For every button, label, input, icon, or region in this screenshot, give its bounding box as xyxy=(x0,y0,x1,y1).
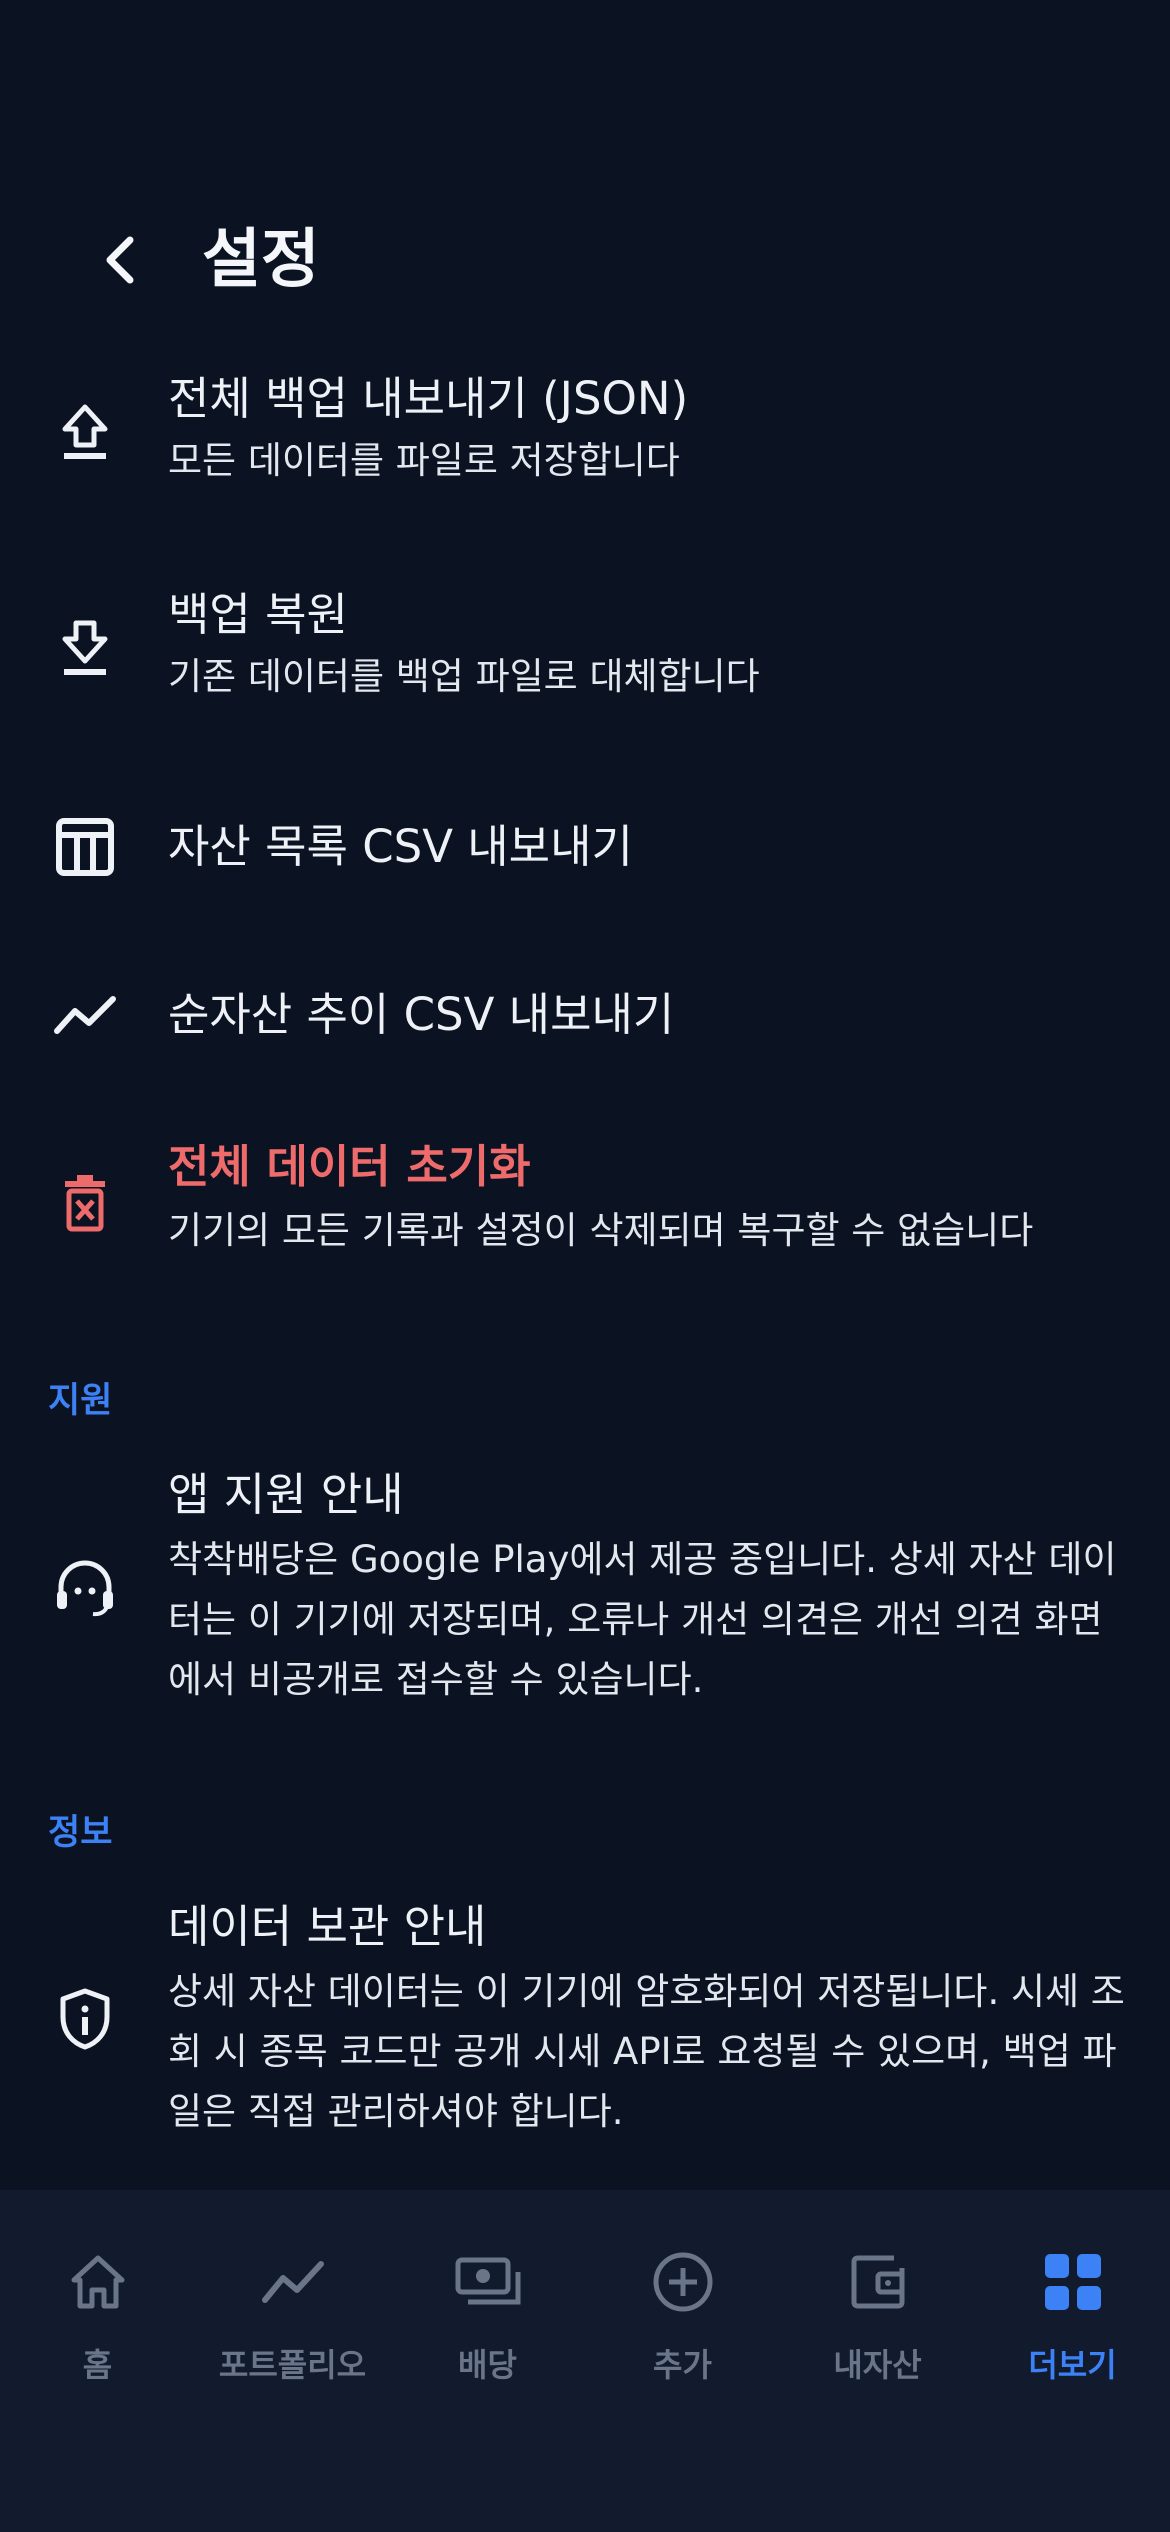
item-title: 순자산 추이 CSV 내보내기 xyxy=(168,988,675,1041)
trash-icon xyxy=(50,1168,120,1238)
grid-icon xyxy=(1037,2246,1109,2318)
item-title: 전체 데이터 초기화 xyxy=(168,1140,531,1193)
nav-label: 포트폴리오 xyxy=(218,2346,367,2384)
bottom-nav: 홈 포트폴리오 배당 추가 내자산 더보기 xyxy=(0,2190,1170,2532)
upload-icon xyxy=(50,398,120,468)
home-icon xyxy=(62,2246,134,2318)
nav-more[interactable]: 더보기 xyxy=(975,2190,1170,2410)
reset-data-item[interactable]: 전체 데이터 초기화 기기의 모든 기록과 설정이 삭제되며 복구할 수 없습니… xyxy=(0,1136,1170,1266)
wallet-icon xyxy=(842,2246,914,2318)
item-subtitle: 기존 데이터를 백업 파일로 대체합니다 xyxy=(168,655,760,698)
export-asset-csv-item[interactable]: 자산 목록 CSV 내보내기 xyxy=(0,800,1170,900)
headset-icon xyxy=(50,1552,120,1622)
export-networth-csv-item[interactable]: 순자산 추이 CSV 내보내기 xyxy=(0,968,1170,1068)
shield-info-icon xyxy=(50,1984,120,2054)
plus-circle-icon xyxy=(647,2246,719,2318)
cash-icon xyxy=(452,2246,524,2318)
data-storage-item[interactable]: 데이터 보관 안내 상세 자산 데이터는 이 기기에 암호화되어 저장됩니다. … xyxy=(0,1898,1170,2148)
nav-home[interactable]: 홈 xyxy=(0,2190,195,2410)
export-backup-item[interactable]: 전체 백업 내보내기 (JSON) 모든 데이터를 파일로 저장합니다 xyxy=(0,366,1170,496)
nav-label: 홈 xyxy=(82,2346,113,2384)
nav-my-assets[interactable]: 내자산 xyxy=(780,2190,975,2410)
trend-icon xyxy=(50,980,120,1050)
nav-label: 더보기 xyxy=(1028,2346,1117,2384)
item-title: 데이터 보관 안내 xyxy=(168,1900,487,1953)
item-title: 백업 복원 xyxy=(168,588,348,641)
chevron-left-icon xyxy=(106,236,134,284)
table-icon xyxy=(50,812,120,882)
back-button[interactable] xyxy=(90,230,150,290)
nav-dividend[interactable]: 배당 xyxy=(390,2190,585,2410)
item-title: 전체 백업 내보내기 (JSON) xyxy=(168,372,689,425)
nav-portfolio[interactable]: 포트폴리오 xyxy=(195,2190,390,2410)
nav-label: 배당 xyxy=(458,2346,517,2384)
app-support-item[interactable]: 앱 지원 안내 착착배당은 Google Play에서 제공 중입니다. 상세 … xyxy=(0,1466,1170,1716)
trend-icon xyxy=(257,2246,329,2318)
item-title: 앱 지원 안내 xyxy=(168,1468,404,1521)
nav-label: 내자산 xyxy=(833,2346,922,2384)
item-subtitle: 기기의 모든 기록과 설정이 삭제되며 복구할 수 없습니다 xyxy=(168,1209,1034,1252)
page-title: 설정 xyxy=(202,223,320,297)
nav-add[interactable]: 추가 xyxy=(585,2190,780,2410)
restore-backup-item[interactable]: 백업 복원 기존 데이터를 백업 파일로 대체합니다 xyxy=(0,582,1170,712)
download-icon xyxy=(50,614,120,684)
header: 설정 xyxy=(0,200,1170,320)
item-title: 자산 목록 CSV 내보내기 xyxy=(168,820,633,873)
section-label-support: 지원 xyxy=(48,1381,113,1421)
item-subtitle: 모든 데이터를 파일로 저장합니다 xyxy=(168,439,680,482)
item-subtitle: 착착배당은 Google Play에서 제공 중입니다. 상세 자산 데이터는 … xyxy=(168,1538,1117,1701)
nav-label: 추가 xyxy=(653,2346,712,2384)
section-label-info: 정보 xyxy=(48,1813,113,1853)
item-subtitle: 상세 자산 데이터는 이 기기에 암호화되어 저장됩니다. 시세 조회 시 종목… xyxy=(168,1970,1125,2133)
